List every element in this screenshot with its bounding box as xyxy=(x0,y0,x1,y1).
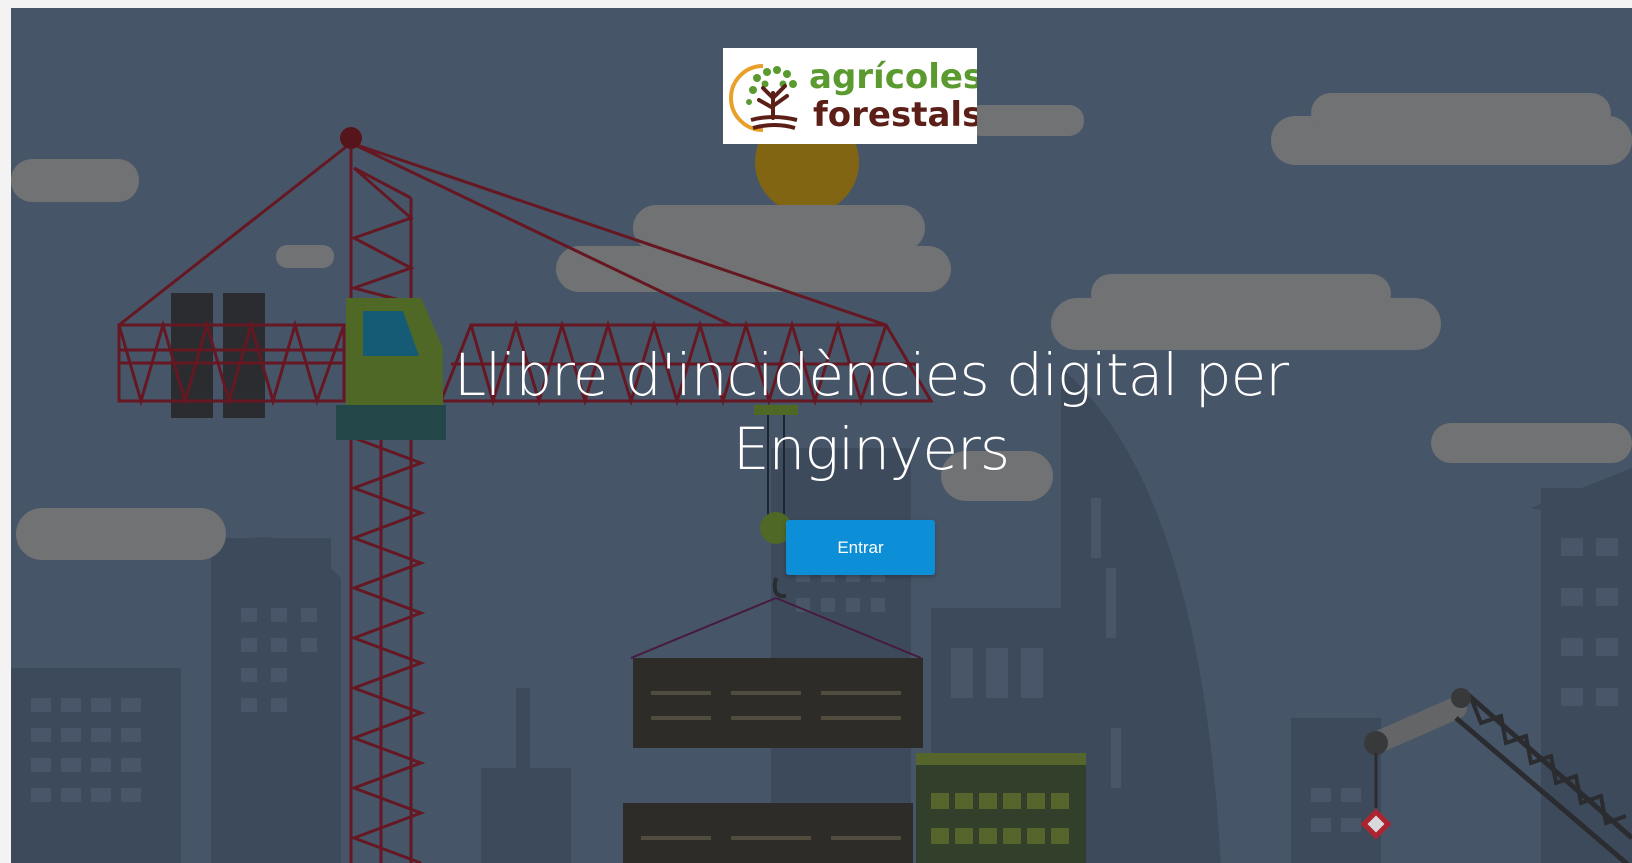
logo-text-line1: agrícoles xyxy=(809,57,977,97)
hero-title-line1: Llibre d'incidències digital per xyxy=(453,341,1289,409)
landing-page: agrícoles forestals Llibre d'incidències… xyxy=(11,8,1632,863)
hero-title: Llibre d'incidències digital per Enginye… xyxy=(331,338,1411,486)
hero-title-line2: Enginyers xyxy=(732,415,1010,483)
tree-logo-icon: agrícoles forestals xyxy=(729,57,977,135)
logo-text-line2: forestals xyxy=(813,95,977,135)
enter-button[interactable]: Entrar xyxy=(786,520,935,575)
brand-logo: agrícoles forestals xyxy=(723,48,977,144)
